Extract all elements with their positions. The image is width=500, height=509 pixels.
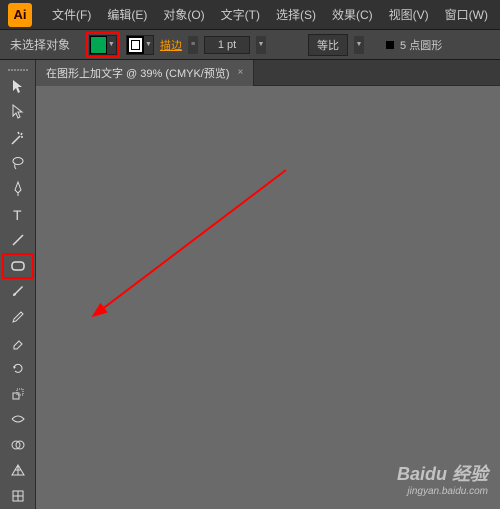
shape-caption: 5 点圆形: [400, 37, 442, 53]
eraser-tool[interactable]: [2, 330, 34, 356]
mesh-tool[interactable]: [2, 483, 34, 509]
pen-tool[interactable]: [2, 176, 34, 202]
stroke-color-box: [127, 36, 144, 54]
menu-file[interactable]: 文件(F): [46, 2, 97, 27]
tab-close-icon[interactable]: ×: [238, 67, 244, 78]
brush-tool[interactable]: [2, 279, 34, 305]
pencil-tool[interactable]: [2, 304, 34, 330]
menu-view[interactable]: 视图(V): [383, 2, 435, 27]
menu-bar: Ai 文件(F) 编辑(E) 对象(O) 文字(T) 选择(S) 效果(C) 视…: [0, 0, 500, 30]
type-tool[interactable]: T: [2, 202, 34, 228]
scale-mode[interactable]: 等比: [308, 34, 348, 56]
options-bar: 未选择对象 ▼ ▼ 描边 ≡ 1 pt ▼ 等比 ▼ 5 点圆形: [0, 30, 500, 60]
stroke-unit-dropdown[interactable]: ≡: [188, 36, 198, 54]
menu-select[interactable]: 选择(S): [270, 2, 322, 27]
selection-tool[interactable]: [2, 74, 34, 100]
menu-edit[interactable]: 编辑(E): [101, 2, 153, 27]
stroke-color-swatch[interactable]: ▼: [126, 35, 154, 55]
fill-color-swatch[interactable]: ▼: [89, 35, 117, 55]
document-tab[interactable]: 在图形上加文字 @ 39% (CMYK/预览) ×: [36, 60, 254, 86]
workspace: 在图形上加文字 @ 39% (CMYK/预览) × Baidu 经验 jingy…: [36, 60, 500, 509]
tab-title: 在图形上加文字 @ 39% (CMYK/预览): [46, 65, 230, 81]
width-tool[interactable]: [2, 407, 34, 433]
selection-status: 未选择对象: [10, 36, 70, 53]
fill-dropdown-icon[interactable]: ▼: [107, 36, 116, 54]
stroke-dropdown-icon[interactable]: ▼: [144, 36, 153, 54]
menu-object[interactable]: 对象(O): [157, 2, 210, 27]
watermark-url: jingyan.baidu.com: [397, 486, 488, 497]
fill-color-box: [90, 36, 107, 54]
stroke-label[interactable]: 描边: [160, 37, 182, 53]
toolbox: T: [0, 60, 36, 509]
perspective-tool[interactable]: [2, 458, 34, 484]
canvas[interactable]: [36, 86, 500, 509]
magic-wand-tool[interactable]: [2, 125, 34, 151]
menu-text[interactable]: 文字(T): [215, 2, 266, 27]
menu-window[interactable]: 窗口(W): [439, 2, 494, 27]
lasso-tool[interactable]: [2, 151, 34, 177]
toolbox-grip[interactable]: [0, 66, 35, 74]
fill-color-highlight: ▼: [86, 32, 120, 58]
shape-builder-tool[interactable]: [2, 432, 34, 458]
document-tab-bar: 在图形上加文字 @ 39% (CMYK/预览) ×: [36, 60, 500, 86]
svg-text:T: T: [13, 207, 22, 223]
scale-dropdown[interactable]: ▼: [354, 36, 364, 54]
watermark: Baidu 经验 jingyan.baidu.com: [397, 460, 488, 497]
stroke-weight-dropdown[interactable]: ▼: [256, 36, 266, 54]
app-logo: Ai: [8, 3, 32, 27]
stroke-weight-input[interactable]: 1 pt: [204, 36, 250, 54]
scale-tool[interactable]: [2, 381, 34, 407]
shape-preview-icon: [386, 41, 394, 49]
watermark-logo: Baidu 经验: [397, 460, 488, 486]
menu-effect[interactable]: 效果(C): [326, 2, 379, 27]
line-tool[interactable]: [2, 227, 34, 253]
rotate-tool[interactable]: [2, 355, 34, 381]
rounded-rectangle-tool[interactable]: [2, 253, 34, 279]
direct-selection-tool[interactable]: [2, 99, 34, 125]
